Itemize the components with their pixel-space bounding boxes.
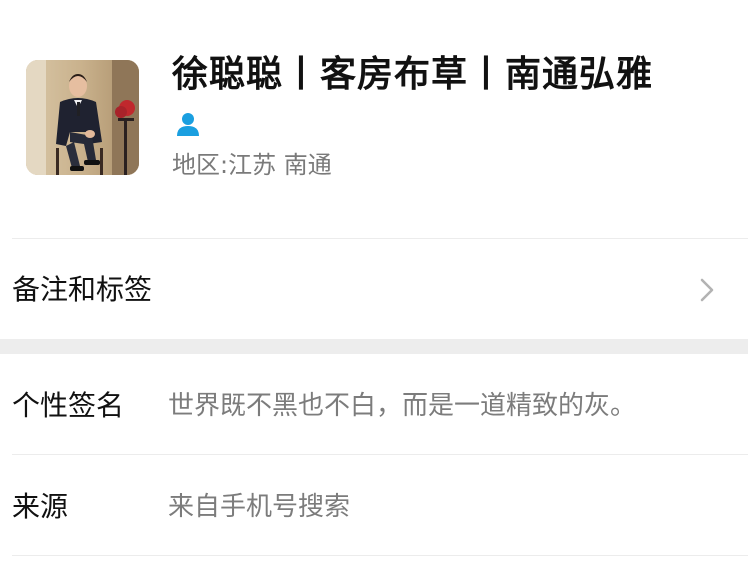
remark-and-tags-row[interactable]: 备注和标签 [0, 239, 748, 339]
contact-nickname: 徐聪聪丨客房布草丨南通弘雅 [172, 54, 654, 95]
region-info: 地区:江苏 南通 [172, 148, 332, 182]
remark-label: 备注和标签 [12, 273, 153, 306]
source-row: 来源 来自手机号搜索 [0, 455, 748, 555]
divider [12, 555, 748, 556]
person-icon [177, 113, 199, 136]
signature-value: 世界既不黑也不白，而是一道精致的灰。 [168, 391, 637, 421]
contact-profile-page: 徐聪聪丨客房布草丨南通弘雅 地区:江苏 南通 备注和标签 个性签名 世界既不黑也… [0, 0, 748, 562]
section-gap [0, 339, 748, 354]
region-label: 地区: [172, 151, 229, 179]
region-value: 江苏 南通 [228, 151, 332, 179]
avatar-image [26, 60, 139, 175]
profile-header: 徐聪聪丨客房布草丨南通弘雅 地区:江苏 南通 [0, 0, 748, 238]
source-label: 来源 [12, 490, 69, 523]
signature-label: 个性签名 [12, 389, 125, 422]
chevron-right-icon [700, 278, 714, 302]
source-value: 来自手机号搜索 [168, 492, 351, 522]
avatar[interactable] [26, 60, 139, 175]
signature-row: 个性签名 世界既不黑也不白，而是一道精致的灰。 [0, 354, 748, 454]
